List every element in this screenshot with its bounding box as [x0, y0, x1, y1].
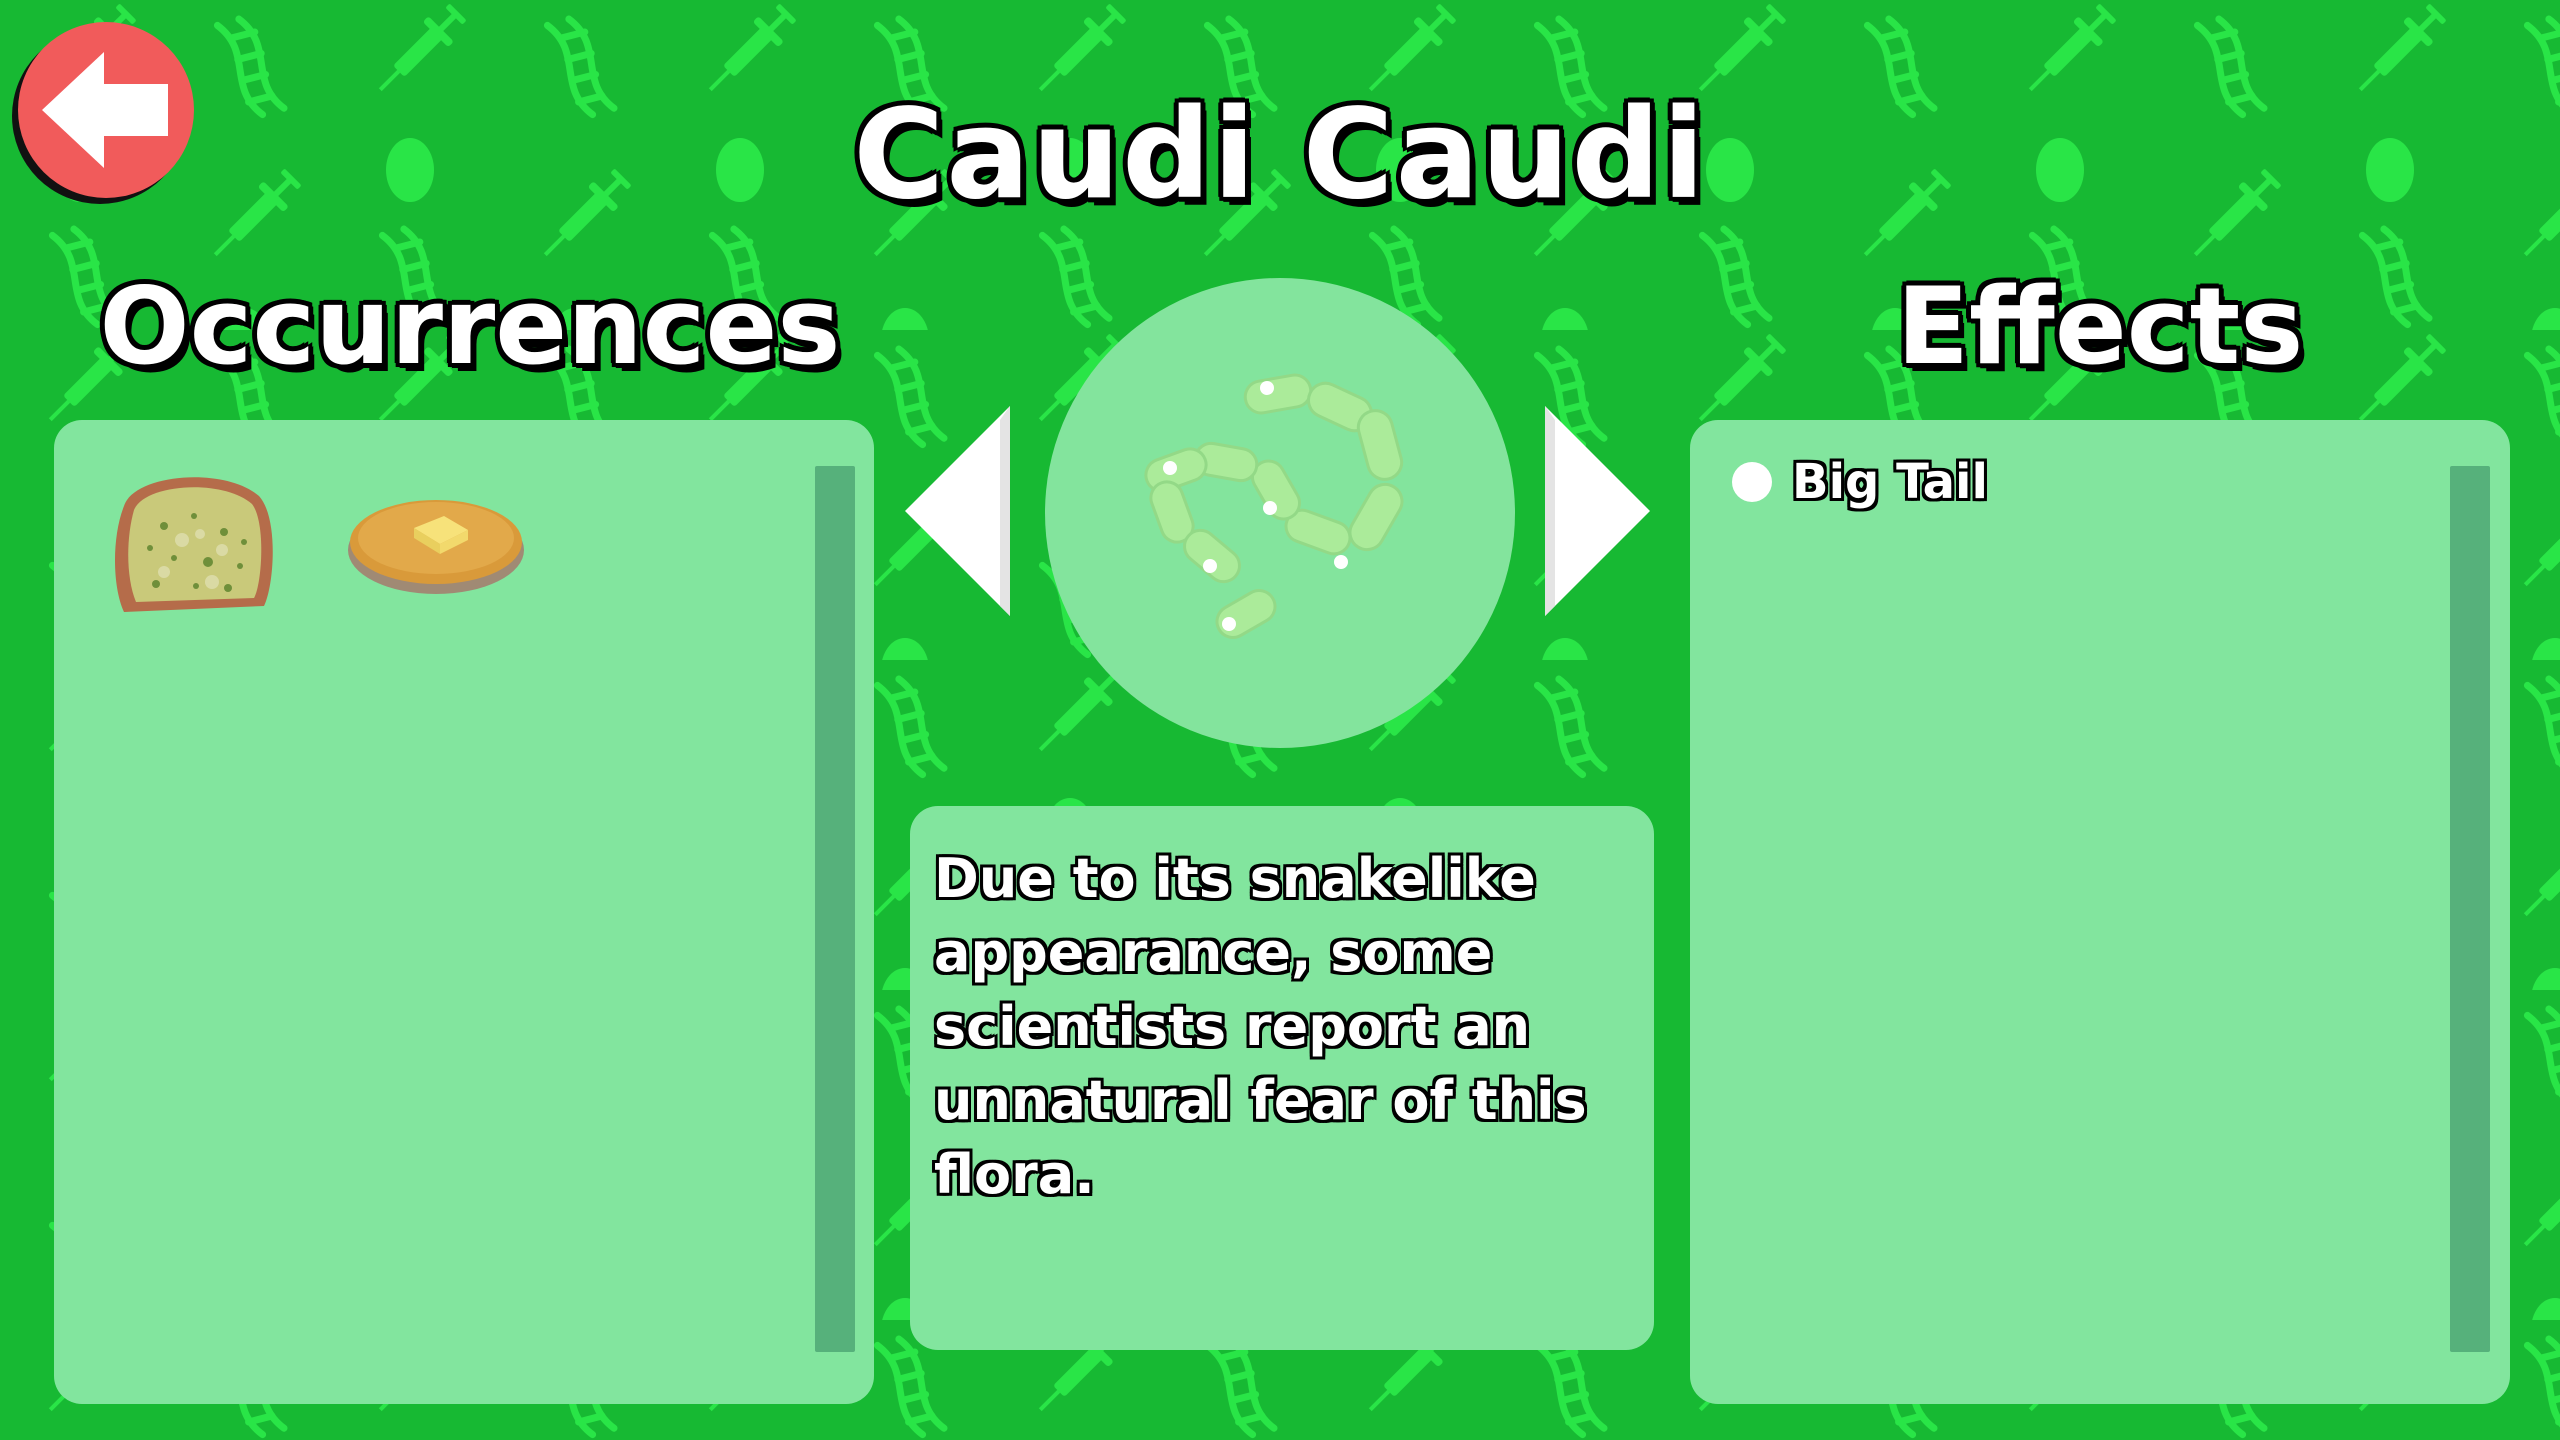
caudi-caudi-creature-icon: [1144, 373, 1404, 639]
effects-scrollbar[interactable]: [2450, 466, 2490, 1352]
effects-panel: Big Tail: [1690, 420, 2510, 1404]
occurrences-heading: Occurrences: [99, 265, 841, 388]
effect-item[interactable]: Big Tail: [1732, 450, 1988, 514]
page-title: Caudi Caudi: [853, 83, 1707, 227]
effect-label: Big Tail: [1792, 454, 1988, 510]
previous-arrow-icon[interactable]: [905, 406, 1015, 616]
occurrences-panel: [54, 420, 874, 1404]
effects-heading: Effects: [1896, 265, 2304, 388]
bullet-icon: [1732, 462, 1772, 502]
moldy-bread-icon[interactable]: [104, 466, 279, 622]
occurrences-scrollbar[interactable]: [815, 466, 855, 1352]
next-arrow-icon[interactable]: [1545, 406, 1655, 616]
pancake-with-butter-icon[interactable]: [344, 480, 529, 604]
description-text: Due to its snakelike appearance, some sc…: [934, 847, 1587, 1206]
creature-portrait: [1045, 278, 1515, 748]
description-panel: Due to its snakelike appearance, some sc…: [910, 806, 1654, 1350]
